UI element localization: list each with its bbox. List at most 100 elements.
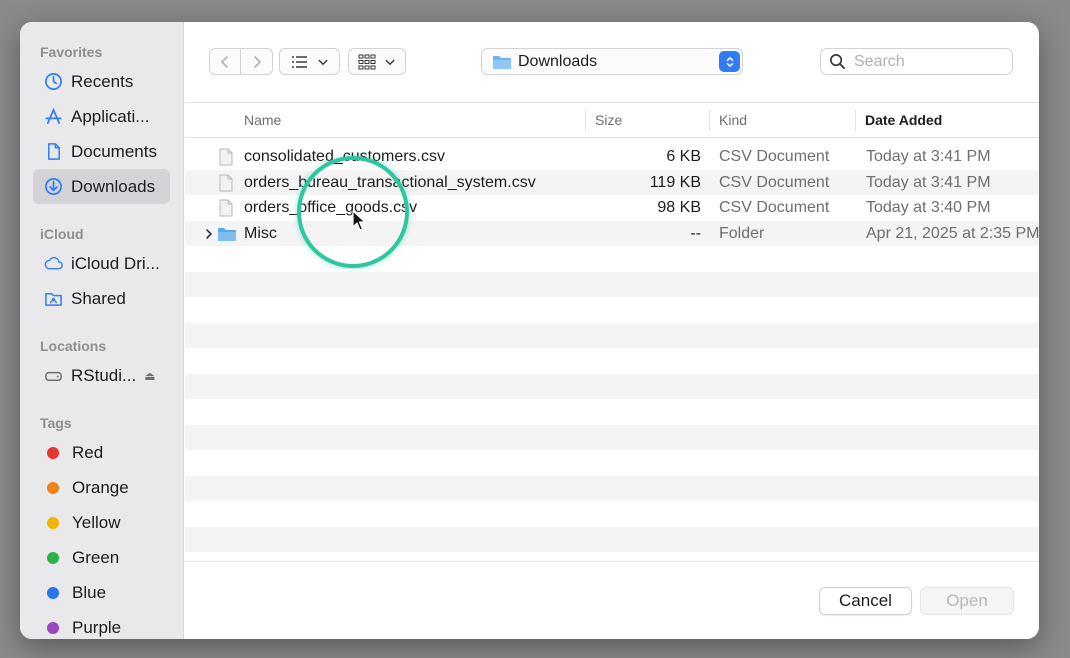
- empty-row: [185, 526, 1039, 552]
- sidebar-item-applications[interactable]: Applicati...: [33, 99, 170, 134]
- sidebar-tag-green[interactable]: Green: [33, 540, 170, 575]
- shared-folder-icon: [42, 288, 64, 310]
- sidebar-item-label: Orange: [72, 477, 129, 497]
- sidebar-section-tags: Tags: [40, 415, 72, 431]
- chevron-down-icon: [385, 59, 395, 65]
- sidebar-item-label: Shared: [71, 288, 126, 308]
- sidebar-tag-blue[interactable]: Blue: [33, 575, 170, 610]
- file-name: orders_office_goods.csv: [244, 199, 418, 216]
- file-size: 98 KB: [657, 199, 701, 216]
- back-forward-control: [209, 48, 273, 75]
- chevron-down-icon: [318, 59, 327, 65]
- file-row[interactable]: consolidated_customers.csv 6 KB CSV Docu…: [185, 144, 1039, 170]
- file-kind: CSV Document: [719, 173, 830, 191]
- file-name: orders_bureau_transactional_system.csv: [244, 173, 536, 191]
- column-divider[interactable]: [585, 110, 586, 131]
- empty-row: [185, 424, 1039, 450]
- tag-dot-icon: [47, 551, 59, 564]
- column-header-kind[interactable]: Kind: [719, 103, 747, 138]
- sidebar-section-icloud: iCloud: [40, 226, 84, 242]
- file-kind: Folder: [719, 224, 765, 242]
- eject-icon[interactable]: ⏏: [144, 369, 155, 383]
- search-field[interactable]: [820, 48, 1013, 75]
- sidebar-item-label: RStudi...: [71, 365, 137, 385]
- location-label: Downloads: [518, 52, 598, 70]
- sidebar-item-label: Purple: [72, 617, 122, 637]
- folder-icon: [218, 227, 236, 241]
- location-popup[interactable]: Downloads: [481, 48, 743, 75]
- download-icon: [42, 176, 64, 198]
- cancel-button[interactable]: Cancel: [819, 587, 912, 615]
- sidebar-tag-orange[interactable]: Orange: [33, 470, 170, 505]
- sidebar-item-label: Documents: [71, 141, 157, 161]
- empty-row: [185, 297, 1039, 323]
- sidebar-item-rstudio[interactable]: RStudi... ⏏: [33, 358, 170, 393]
- empty-row: [185, 450, 1039, 476]
- file-name: Misc: [244, 224, 277, 242]
- sidebar-tag-red[interactable]: Red: [33, 435, 170, 470]
- disclosure-triangle-icon[interactable]: [204, 227, 214, 241]
- folder-row[interactable]: Misc -- Folder Apr 21, 2025 at 2:35 PM: [185, 220, 1039, 246]
- sidebar-item-recents[interactable]: Recents: [33, 64, 170, 99]
- file-list: consolidated_customers.csv 6 KB CSV Docu…: [185, 144, 1039, 552]
- empty-row: [185, 501, 1039, 527]
- sidebar: Favorites Recents Applicati... Documents…: [20, 22, 184, 639]
- sidebar-section-favorites: Favorites: [40, 44, 103, 60]
- tag-dot-icon: [47, 516, 59, 529]
- file-date-added: Today at 3:41 PM: [866, 173, 991, 191]
- search-icon: [830, 54, 846, 70]
- group-by-button[interactable]: [348, 48, 406, 75]
- footer-divider: [185, 561, 1039, 562]
- column-divider[interactable]: [855, 110, 856, 131]
- toolbar: Downloads: [185, 22, 1039, 102]
- empty-row: [185, 373, 1039, 399]
- column-divider[interactable]: [709, 110, 710, 131]
- file-size: --: [690, 224, 701, 242]
- file-row[interactable]: orders_office_goods.csv 98 KB CSV Docume…: [185, 195, 1039, 221]
- tag-dot-icon: [47, 586, 59, 599]
- sidebar-item-label: Red: [72, 442, 104, 462]
- sidebar-section-locations: Locations: [40, 338, 107, 354]
- cloud-icon: [42, 253, 64, 275]
- tag-dot-icon: [47, 446, 59, 459]
- open-file-dialog: Favorites Recents Applicati... Documents…: [20, 22, 1039, 639]
- sidebar-item-label: Blue: [72, 582, 107, 602]
- file-size: 6 KB: [666, 148, 701, 165]
- column-header-date-added[interactable]: Date Added: [865, 103, 942, 138]
- sidebar-item-documents[interactable]: Documents: [33, 134, 170, 169]
- sidebar-item-shared[interactable]: Shared: [33, 281, 170, 316]
- sidebar-item-label: iCloud Dri...: [71, 253, 160, 273]
- document-icon: [42, 141, 64, 163]
- chevron-right-icon: [253, 55, 261, 68]
- column-header-bar: Name Size Kind Date Added: [185, 102, 1039, 138]
- back-button[interactable]: [210, 49, 241, 74]
- column-header-size[interactable]: Size: [595, 103, 622, 138]
- file-kind: CSV Document: [719, 199, 830, 216]
- clock-icon: [42, 71, 64, 93]
- sidebar-tag-purple[interactable]: Purple: [33, 610, 170, 639]
- file-size: 119 KB: [649, 173, 701, 191]
- empty-row: [185, 399, 1039, 425]
- applications-icon: [42, 106, 64, 128]
- drive-icon: [42, 365, 64, 387]
- tag-dot-icon: [47, 481, 59, 494]
- chevron-left-icon: [220, 55, 228, 68]
- empty-row: [185, 348, 1039, 374]
- column-header-name[interactable]: Name: [244, 103, 281, 138]
- sidebar-item-label: Applicati...: [71, 106, 150, 126]
- view-mode-button[interactable]: [279, 48, 340, 75]
- file-date-added: Today at 3:41 PM: [866, 148, 991, 165]
- grid-icon: [358, 54, 376, 69]
- open-button[interactable]: Open: [920, 587, 1014, 615]
- sidebar-tag-yellow[interactable]: Yellow: [33, 505, 170, 540]
- tag-dot-icon: [47, 621, 59, 634]
- sidebar-item-downloads[interactable]: Downloads: [33, 169, 170, 204]
- file-kind: CSV Document: [719, 148, 830, 165]
- sidebar-item-icloud-drive[interactable]: iCloud Dri...: [33, 246, 170, 281]
- sidebar-item-label: Recents: [71, 71, 134, 91]
- forward-button[interactable]: [241, 49, 272, 74]
- search-input[interactable]: [854, 52, 1004, 71]
- sidebar-item-label: Downloads: [71, 176, 156, 196]
- file-row[interactable]: orders_bureau_transactional_system.csv 1…: [185, 169, 1039, 195]
- file-date-added: Apr 21, 2025 at 2:35 PM: [866, 224, 1039, 242]
